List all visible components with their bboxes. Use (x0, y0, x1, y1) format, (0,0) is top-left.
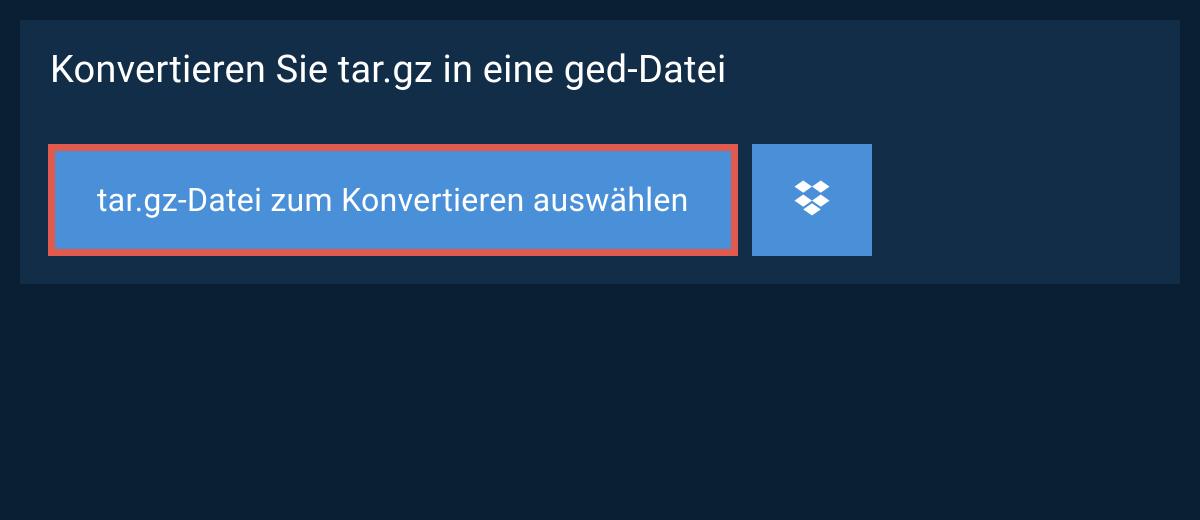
dropbox-button[interactable] (752, 144, 872, 256)
choose-file-button[interactable]: tar.gz-Datei zum Konvertieren auswählen (48, 144, 738, 256)
converter-panel: Konvertieren Sie tar.gz in eine ged-Date… (20, 20, 1180, 284)
choose-file-label: tar.gz-Datei zum Konvertieren auswählen (97, 181, 689, 219)
dropbox-icon (791, 177, 833, 223)
action-row: tar.gz-Datei zum Konvertieren auswählen (20, 122, 1180, 284)
panel-header: Konvertieren Sie tar.gz in eine ged-Date… (20, 20, 1180, 122)
page-title: Konvertieren Sie tar.gz in eine ged-Date… (50, 48, 1150, 92)
